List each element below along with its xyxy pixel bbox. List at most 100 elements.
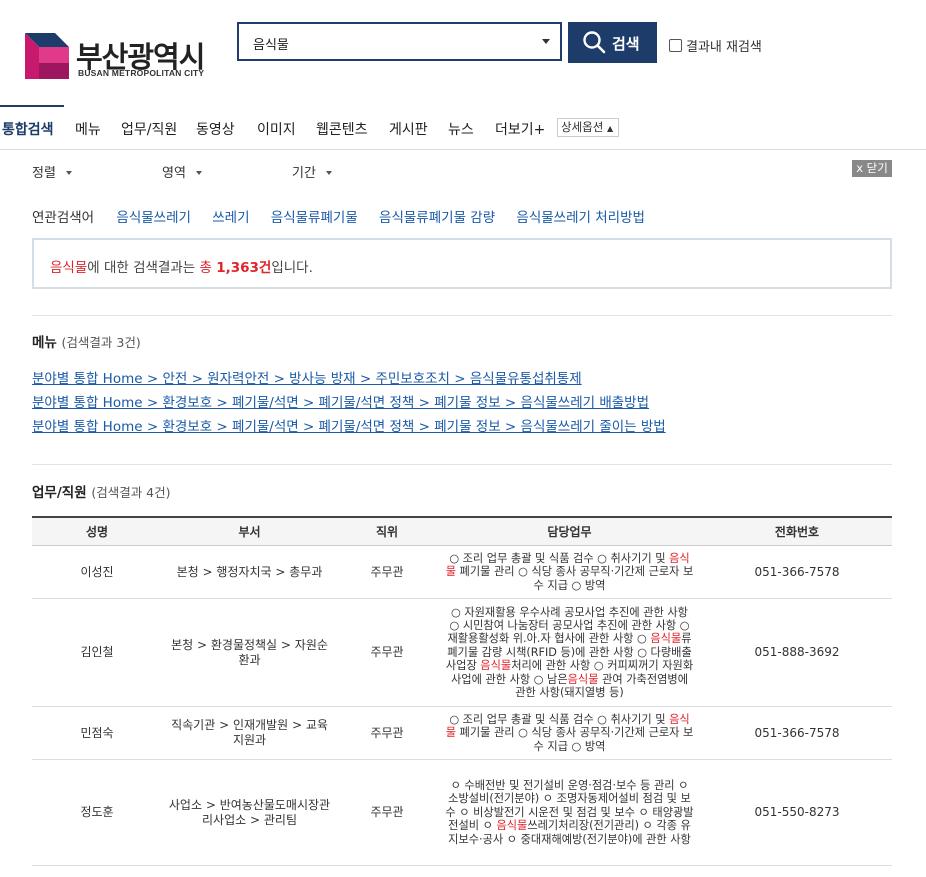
staff-phone: 051-366-7578: [702, 706, 892, 760]
duty-text: 폐기물 관리 ○ 식당 종사 공무직·기간제 근로자 보수 지급 ○ 방역: [455, 726, 694, 753]
staff-duty: ○ 조리 업무 총괄 및 식품 검수 ○ 취사기기 및 음식물 폐기물 관리 ○…: [437, 545, 702, 599]
tab-news[interactable]: 뉴스: [448, 119, 474, 139]
staff-position: 주무관: [337, 545, 437, 599]
highlight-term: 음식물: [567, 672, 599, 686]
chevron-down-icon[interactable]: [542, 39, 550, 44]
staff-duty: ○ 조리 업무 총괄 및 식품 검수 ○ 취사기기 및 음식물 폐기물 관리 ○…: [437, 706, 702, 760]
highlight-term: 음식물: [496, 819, 528, 833]
sort-dropdown[interactable]: 정렬: [32, 162, 72, 181]
summary-text: 에 대한 검색결과는: [87, 260, 200, 276]
tab-image[interactable]: 이미지: [257, 119, 296, 139]
highlight-term: 음식물: [480, 659, 512, 673]
column-header: 담당업무: [437, 516, 702, 546]
filter-bar: 정렬 영역 기간: [0, 150, 926, 190]
chevron-down-icon: [195, 171, 202, 175]
menu-result-link[interactable]: 분야별 통합 Home > 환경보호 > 폐기물/석면 > 폐기물/석면 정책 …: [32, 415, 666, 435]
staff-phone: 051-366-7578: [702, 545, 892, 599]
search-input[interactable]: [251, 32, 525, 54]
area-label: 영역: [162, 166, 186, 181]
header: 부산광역시 BUSAN METROPOLITAN CITY 검색 결과내 재검색: [0, 0, 926, 105]
close-filter-button[interactable]: x 닫기: [852, 160, 892, 177]
tab-more[interactable]: 더보기+: [495, 119, 545, 139]
divider: [32, 464, 892, 465]
staff-position: 주무관: [337, 598, 437, 707]
staff-phone: 051-550-8273: [702, 759, 892, 866]
related-keyword[interactable]: 음식물류폐기물 감량: [379, 210, 495, 226]
related-keyword[interactable]: 음식물쓰레기: [116, 210, 191, 226]
duty-text: 폐기물 관리 ○ 식당 종사 공무직·기간제 근로자 보수 지급 ○ 방역: [455, 565, 694, 592]
related-keywords: 연관검색어 음식물쓰레기 쓰레기 음식물류폐기물 음식물류폐기물 감량 음식물쓰…: [32, 206, 662, 226]
staff-section-title: 업무/직원 (검색결과 4건): [32, 481, 171, 501]
staff-name: 이성진: [32, 545, 162, 599]
search-button-label: 검색: [612, 36, 640, 53]
sort-label: 정렬: [32, 166, 56, 181]
section-count: (검색결과 4건): [91, 485, 171, 500]
period-dropdown[interactable]: 기간: [292, 162, 332, 181]
tab-video[interactable]: 동영상: [196, 119, 235, 139]
busan-logo-icon[interactable]: [25, 33, 69, 79]
staff-duty: ○ 자원재활용 우수사례 공모사업 추진에 관한 사항 ○ 시민참여 나눔장터 …: [437, 598, 702, 707]
column-header: 직위: [337, 516, 437, 546]
summary-total-prefix: 총: [199, 260, 217, 276]
detail-option-label: 상세옵션: [561, 120, 604, 134]
column-header: 부서: [162, 516, 337, 546]
table-row: 이성진 본청 > 행정자치국 > 총무과 주무관 ○ 조리 업무 총괄 및 식품 검수…: [32, 545, 892, 599]
chevron-down-icon: [325, 171, 332, 175]
section-count: (검색결과 3건): [61, 335, 141, 350]
tab-menu[interactable]: 메뉴: [75, 119, 101, 139]
menu-result-link[interactable]: 분야별 통합 Home > 안전 > 원자력안전 > 방사능 방재 > 주민보호…: [32, 367, 582, 387]
area-dropdown[interactable]: 영역: [162, 162, 202, 181]
staff-dept: 본청 > 환경물정책실 > 자원순환과: [162, 598, 337, 707]
menu-result-link[interactable]: 분야별 통합 Home > 환경보호 > 폐기물/석면 > 폐기물/석면 정책 …: [32, 391, 649, 411]
related-label: 연관검색어: [32, 210, 95, 226]
table-row: 정도훈 사업소 > 반여농산물도매시장관리사업소 > 관리팀 주무관 ㅇ 수배전반 및…: [32, 759, 892, 866]
checkbox-icon[interactable]: [669, 39, 682, 52]
staff-dept: 본청 > 행정자치국 > 총무과: [162, 545, 337, 599]
search-icon: [583, 31, 606, 54]
column-header: 전화번호: [702, 516, 892, 546]
duty-text: ○ 조리 업무 총괄 및 식품 검수 ○ 취사기기 및: [449, 551, 670, 565]
detail-option-button[interactable]: 상세옵션 ▲: [557, 118, 619, 137]
chevron-up-icon: ▲: [606, 124, 614, 133]
table-row: 민점숙 직속기관 > 인재개발원 > 교육지원과 주무관 ○ 조리 업무 총괄 및 식…: [32, 706, 892, 760]
staff-name: 김인철: [32, 598, 162, 707]
staff-phone: 051-888-3692: [702, 598, 892, 707]
section-title: 메뉴: [32, 335, 57, 351]
search-tabs: 통합검색 메뉴 업무/직원 동영상 이미지 웹콘텐츠 게시판 뉴스 더보기+ 상…: [0, 105, 926, 150]
tab-webcontent[interactable]: 웹콘텐츠: [316, 119, 368, 139]
tab-board[interactable]: 게시판: [389, 119, 428, 139]
logo-subtitle: BUSAN METROPOLITAN CITY: [78, 68, 205, 78]
staff-name: 정도훈: [32, 759, 162, 866]
divider: [32, 315, 892, 316]
related-keyword[interactable]: 음식물류폐기물: [271, 210, 358, 226]
related-keyword[interactable]: 음식물쓰레기 처리방법: [516, 210, 645, 226]
column-header: 성명: [32, 516, 162, 546]
section-title: 업무/직원: [32, 485, 87, 501]
research-label: 결과내 재검색: [686, 40, 762, 55]
search-button[interactable]: 검색: [568, 22, 657, 63]
staff-duty: ㅇ 수배전반 및 전기설비 운영·점검·보수 등 관리 ㅇ 소방설비(전기분야)…: [437, 759, 702, 866]
tab-staff[interactable]: 업무/직원: [121, 119, 177, 139]
duty-text: ○ 조리 업무 총괄 및 식품 검수 ○ 취사기기 및: [449, 712, 670, 726]
result-summary-text: 음식물에 대한 검색결과는 총 1,363건입니다.: [50, 256, 313, 276]
search-term: 음식물: [50, 260, 88, 276]
research-checkbox[interactable]: 결과내 재검색: [669, 36, 762, 55]
staff-position: 주무관: [337, 706, 437, 760]
result-count: 1,363건: [216, 260, 272, 276]
staff-dept: 사업소 > 반여농산물도매시장관리사업소 > 관리팀: [162, 759, 337, 866]
staff-name: 민점숙: [32, 706, 162, 760]
tab-all[interactable]: 통합검색: [2, 119, 54, 139]
result-summary: 음식물에 대한 검색결과는 총 1,363건입니다.: [32, 238, 892, 289]
active-tab-indicator: [0, 105, 64, 107]
search-box: [237, 22, 562, 61]
staff-dept: 직속기관 > 인재개발원 > 교육지원과: [162, 706, 337, 760]
menu-section-title: 메뉴 (검색결과 3건): [32, 331, 141, 351]
chevron-down-icon: [65, 171, 72, 175]
table-header-row: 성명 부서 직위 담당업무 전화번호: [32, 516, 892, 546]
summary-text: 입니다.: [271, 260, 313, 276]
staff-table: 성명 부서 직위 담당업무 전화번호 이성진 본청 > 행정자치국 > 총무과 주무…: [32, 516, 892, 866]
highlight-term: 음식물: [650, 632, 682, 646]
period-label: 기간: [292, 166, 316, 181]
table-row: 김인철 본청 > 환경물정책실 > 자원순환과 주무관 ○ 자원재활용 우수사례 공모…: [32, 598, 892, 707]
related-keyword[interactable]: 쓰레기: [212, 210, 249, 226]
